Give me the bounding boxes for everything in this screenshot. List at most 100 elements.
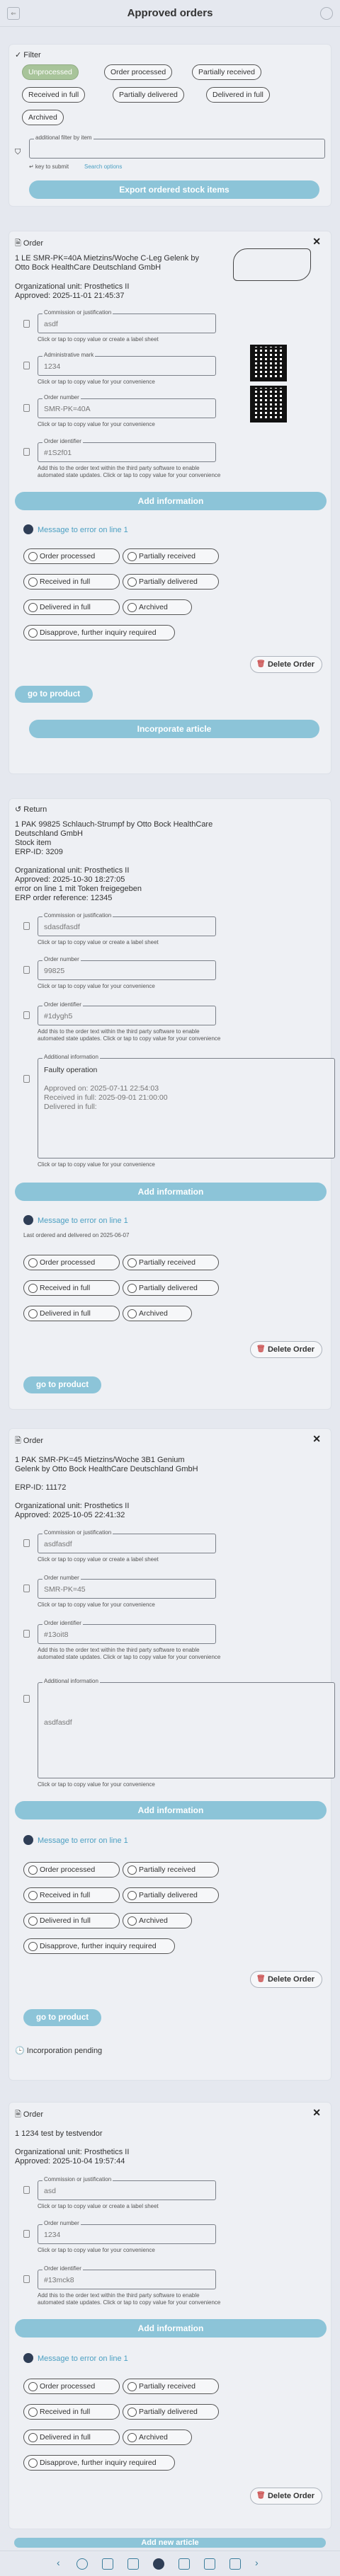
approved-date: Approved: 2025-10-04 19:57:44 <box>15 2157 125 2166</box>
state-partially-received[interactable]: Partially received <box>123 2379 219 2394</box>
add-new-article-button[interactable]: Add new article <box>14 2538 326 2548</box>
state-order-processed[interactable]: Order processed <box>23 1255 120 1270</box>
go-to-product-button[interactable]: go to product <box>23 2009 101 2026</box>
incorporate-article-button[interactable]: Incorporate article <box>29 720 319 738</box>
chip-partially-delivered[interactable]: Partially delivered <box>113 87 184 103</box>
comment-field[interactable]: Commission or justification sdasdfasdf <box>38 912 216 936</box>
state-partially-received[interactable]: Partially received <box>123 1255 219 1270</box>
page-title: Approved orders <box>127 7 213 19</box>
message-link[interactable]: Message to error on line 1 <box>23 1835 128 1845</box>
state-partially-received[interactable]: Partially received <box>123 548 219 564</box>
filter-icon: ⛉ <box>15 148 21 156</box>
go-to-product-button[interactable]: go to product <box>15 686 93 703</box>
order-number-field[interactable]: Order number SMR-PK=40A <box>38 394 216 418</box>
message-link[interactable]: Message to error on line 1 <box>23 524 128 534</box>
message-link[interactable]: Message to error on line 1 <box>23 2353 128 2363</box>
back-icon[interactable]: ‹ <box>57 2557 60 2568</box>
state-received-full[interactable]: Received in full <box>23 1887 120 1903</box>
copy-icon <box>23 1539 30 1547</box>
additional-filter-input[interactable]: additional filter by item <box>29 134 325 159</box>
number-hint: Click or tap to copy value for your conv… <box>38 2247 155 2253</box>
order-number-field[interactable]: Order number 99825 <box>38 956 216 980</box>
bottom-nav: ‹ › <box>0 2551 340 2576</box>
state-order-processed[interactable]: Order processed <box>23 2379 120 2394</box>
state-archived[interactable]: Archived <box>123 2430 192 2445</box>
state-partially-delivered[interactable]: Partially delivered <box>123 1280 219 1296</box>
order-identifier-field[interactable]: Order identifier #1S2f01 <box>38 438 216 462</box>
state-delivered-full[interactable]: Delivered in full <box>23 1306 120 1321</box>
chip-unprocessed[interactable]: Unprocessed <box>22 64 79 80</box>
chip-received-full[interactable]: Received in full <box>22 87 86 103</box>
more-icon[interactable]: › <box>255 2557 259 2568</box>
filter-card: ✓ Filter Unprocessed Order processed Par… <box>8 44 332 207</box>
additional-info-field[interactable]: Additional information Faulty operation … <box>38 1054 335 1158</box>
state-disapprove[interactable]: Disapprove, further inquiry required <box>23 1938 175 1954</box>
copy-icon <box>23 320 30 328</box>
copy-icon <box>23 1695 30 1703</box>
state-disapprove[interactable]: Disapprove, further inquiry required <box>23 625 175 640</box>
go-to-product-button[interactable]: go to product <box>23 1376 101 1393</box>
files-icon[interactable] <box>178 2558 190 2570</box>
state-archived[interactable]: Archived <box>123 1306 192 1321</box>
add-information-button[interactable]: Add information <box>15 2319 327 2338</box>
close-icon[interactable]: ✕ <box>312 236 321 248</box>
close-icon[interactable]: ✕ <box>312 2107 321 2119</box>
state-order-processed[interactable]: Order processed <box>23 1862 120 1878</box>
order-identifier-field[interactable]: Order identifier #1dygh5 <box>38 1001 216 1025</box>
delete-order-button[interactable]: Delete Order <box>249 656 322 673</box>
profile-icon[interactable] <box>320 7 333 20</box>
tools-icon[interactable] <box>230 2558 241 2570</box>
orders-icon[interactable] <box>102 2558 113 2570</box>
admin-mark-field[interactable]: Administrative mark 1234 <box>38 352 216 376</box>
chip-delivered-full[interactable]: Delivered in full <box>206 87 270 103</box>
comment-field[interactable]: Commission or justification asdfasdf <box>38 1529 216 1553</box>
profile-icon[interactable] <box>153 2558 164 2570</box>
state-partially-delivered[interactable]: Partially delivered <box>123 2404 219 2420</box>
order-identifier-field[interactable]: Order identifier #13mck8 <box>38 2265 216 2289</box>
delete-order-button[interactable]: Delete Order <box>249 1341 322 1358</box>
top-bar: ⇐ Approved orders <box>0 0 340 27</box>
analytics-icon[interactable] <box>204 2558 215 2570</box>
order-number-field[interactable]: Order number 1234 <box>38 2220 216 2244</box>
state-received-full[interactable]: Received in full <box>23 2404 120 2420</box>
export-button[interactable]: Export ordered stock items <box>29 180 319 199</box>
records-icon[interactable] <box>128 2558 139 2570</box>
order-card-3: 🗎 Order ✕ 1 PAK SMR-PK=45 Mietzins/Woche… <box>8 1428 335 2081</box>
delete-order-button[interactable]: Delete Order <box>249 1971 322 1988</box>
state-disapprove[interactable]: Disapprove, further inquiry required <box>23 2455 175 2471</box>
add-information-button[interactable]: Add information <box>15 1183 327 1201</box>
state-received-full[interactable]: Received in full <box>23 1280 120 1296</box>
avatar <box>23 2353 33 2363</box>
state-order-processed[interactable]: Order processed <box>23 548 120 564</box>
state-delivered-full[interactable]: Delivered in full <box>23 599 120 615</box>
erp-id: ERP-ID: 3209 <box>15 848 63 856</box>
state-delivered-full[interactable]: Delivered in full <box>23 2430 120 2445</box>
state-delivered-full[interactable]: Delivered in full <box>23 1913 120 1928</box>
order-kind: 🗎 Order <box>15 239 44 248</box>
message-link[interactable]: Message to error on line 1 <box>23 1215 128 1225</box>
state-partially-delivered[interactable]: Partially delivered <box>123 1887 219 1903</box>
avatar <box>23 1215 33 1225</box>
chip-archived[interactable]: Archived <box>22 110 64 125</box>
comment-field[interactable]: Commission or justification asdf <box>38 309 216 333</box>
state-partially-delivered[interactable]: Partially delivered <box>123 574 219 590</box>
chip-partially-received[interactable]: Partially received <box>192 64 261 80</box>
state-archived[interactable]: Archived <box>123 599 192 615</box>
order-number-field[interactable]: Order number SMR-PK=45 <box>38 1575 216 1599</box>
chip-order-processed[interactable]: Order processed <box>104 64 173 80</box>
comment-hint: Click or tap to copy value or create a l… <box>38 939 159 945</box>
state-archived[interactable]: Archived <box>123 1913 192 1928</box>
qr-code <box>250 386 287 422</box>
chat-icon[interactable] <box>76 2558 88 2570</box>
comment-field[interactable]: Commission or justification asd <box>38 2176 216 2200</box>
state-received-full[interactable]: Received in full <box>23 574 120 590</box>
close-icon[interactable]: ✕ <box>312 1433 321 1445</box>
state-partially-received[interactable]: Partially received <box>123 1862 219 1878</box>
order-identifier-field[interactable]: Order identifier #13oit8 <box>38 1620 216 1644</box>
add-information-button[interactable]: Add information <box>15 1801 327 1819</box>
search-options-link[interactable]: Search options <box>84 163 122 170</box>
org-unit: Organizational unit: Prosthetics II <box>15 866 130 875</box>
add-information-button[interactable]: Add information <box>15 492 327 510</box>
additional-info-field[interactable]: Additional information asdfasdf <box>38 1678 335 1778</box>
delete-order-button[interactable]: Delete Order <box>249 2488 322 2505</box>
